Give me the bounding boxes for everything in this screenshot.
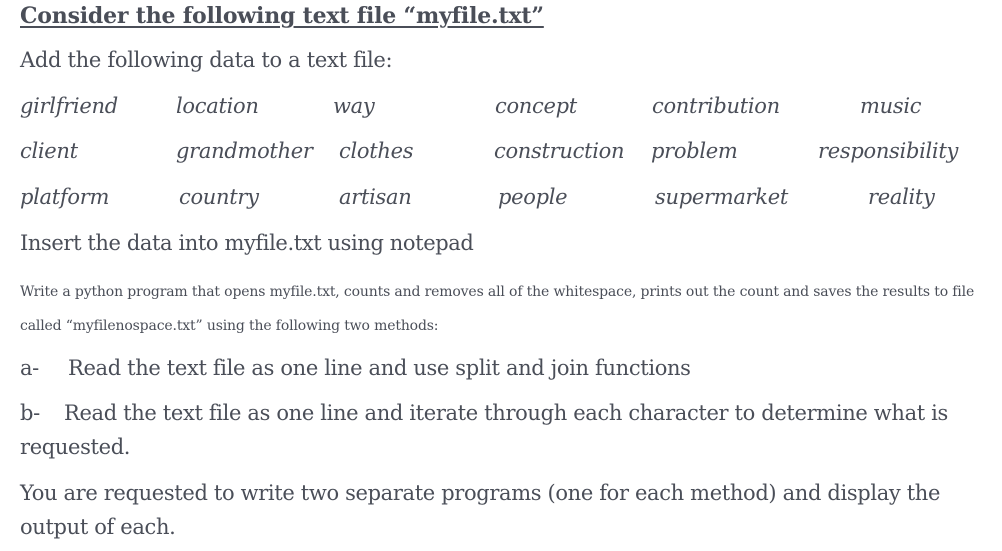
task-line-2: called “myfilenospace.txt” using the fol…	[20, 318, 439, 334]
closing-line-1: You are requested to write two separate …	[20, 481, 941, 505]
intro-text: Add the following data to a text file:	[20, 48, 393, 72]
word-cell: problem	[651, 139, 738, 163]
method-a-prefix: a-	[20, 356, 39, 380]
method-a-text: Read the text file as one line and use s…	[68, 356, 691, 380]
word-cell: contribution	[652, 94, 780, 118]
method-a: a- Read the text file as one line and use…	[20, 356, 691, 380]
word-cell: grandmother	[176, 139, 313, 163]
word-cell: way	[333, 94, 375, 118]
word-cell: supermarket	[655, 185, 788, 209]
word-cell: client	[20, 139, 78, 163]
method-b-text: Read the text file as one line and itera…	[64, 401, 948, 425]
word-cell: music	[860, 94, 922, 118]
word-cell: clothes	[339, 139, 414, 163]
method-b: b- Read the text file as one line and ite…	[20, 401, 948, 425]
insert-instruction: Insert the data into myfile.txt using no…	[20, 231, 474, 255]
task-line-1: Write a python program that opens myfile…	[20, 284, 975, 300]
word-cell: country	[179, 185, 259, 209]
word-cell: location	[176, 94, 259, 118]
method-b-prefix: b-	[20, 401, 40, 425]
word-cell: platform	[20, 185, 110, 209]
word-cell: artisan	[339, 185, 412, 209]
word-cell: construction	[494, 139, 625, 163]
word-cell: people	[498, 185, 568, 209]
word-cell: reality	[868, 185, 935, 209]
method-b-continuation: requested.	[20, 435, 131, 459]
closing-line-2: output of each.	[20, 515, 176, 539]
document-title: Consider the following text file “myfile…	[20, 3, 544, 29]
word-cell: concept	[495, 94, 577, 118]
word-cell: responsibility	[818, 139, 959, 163]
word-cell: girlfriend	[20, 94, 118, 118]
